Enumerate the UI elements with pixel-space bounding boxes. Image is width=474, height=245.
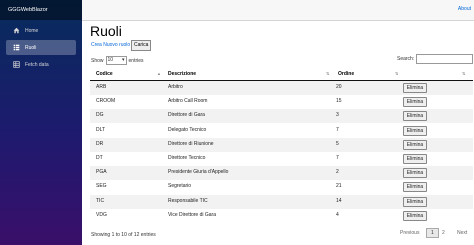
sort-icon: ⇅ xyxy=(326,71,330,76)
table-row: DT Direttore Tecnico 7 Elimina xyxy=(90,152,473,166)
table-row: DG Direttore di Gara 3 Elimina xyxy=(90,109,473,124)
page-title: Ruoli xyxy=(90,23,122,39)
cell-codice: TIC xyxy=(96,197,105,204)
search-label: Search: xyxy=(397,56,415,62)
table-row: CROOM Arbitro Call Room 15 Elimina xyxy=(90,95,473,109)
cell-descrizione: Arbitro Call Room xyxy=(168,98,208,105)
cell-ordine: 7 xyxy=(336,126,339,133)
cell-codice: CROOM xyxy=(96,98,116,105)
sidebar: GGGWebBlazor Home Ruoli Fetch data xyxy=(0,0,82,245)
table-row: ARB Arbitro 20 Elimina xyxy=(90,81,473,95)
sort-up-icon: ▲ xyxy=(157,71,161,76)
cell-ordine: 5 xyxy=(336,140,339,147)
cell-descrizione: Direttore di Riunione xyxy=(168,140,214,147)
next-button[interactable]: Next xyxy=(457,230,467,236)
cell-codice: DLT xyxy=(96,126,106,133)
elimina-button[interactable]: Elimina xyxy=(403,139,427,150)
previous-button[interactable]: Previous xyxy=(400,230,419,236)
elimina-button[interactable]: Elimina xyxy=(403,196,427,207)
column-header-descrizione[interactable]: Descrizione xyxy=(168,71,196,77)
column-header-ordine[interactable]: Ordine xyxy=(338,71,354,77)
show-label: Show xyxy=(91,57,104,64)
cell-ordine: 14 xyxy=(336,197,342,204)
cell-ordine: 21 xyxy=(336,183,342,190)
sort-icon: ⇅ xyxy=(462,71,466,76)
table-info: Showing 1 to 10 of 12 entries xyxy=(91,232,156,238)
table-row: SEG Segretario 21 Elimina xyxy=(90,180,473,194)
search-input[interactable] xyxy=(416,54,473,64)
app-title[interactable]: GGGWebBlazor xyxy=(0,0,82,20)
page-2-button[interactable]: 2 xyxy=(442,230,445,236)
cell-codice: DT xyxy=(96,155,103,161)
sort-icon: ⇅ xyxy=(395,71,399,76)
cell-codice: DG xyxy=(96,112,104,119)
table-row: DLT Delegato Tecnico 7 Elimina xyxy=(90,124,473,138)
top-bar: About xyxy=(82,0,474,21)
cell-ordine: 2 xyxy=(336,169,339,176)
table-header: Codice ▲ Descrizione ⇅ Ordine ⇅ ⇅ xyxy=(90,68,473,81)
column-header-codice[interactable]: Codice xyxy=(96,71,113,77)
elimina-button[interactable]: Elimina xyxy=(403,83,427,93)
table-icon xyxy=(13,61,20,68)
elimina-button[interactable]: Elimina xyxy=(403,182,427,193)
home-icon xyxy=(13,27,20,34)
create-role-link[interactable]: Crea Nuovo ruolo xyxy=(91,42,130,48)
cell-ordine: 7 xyxy=(336,155,339,161)
nav-item-ruoli[interactable]: Ruoli xyxy=(6,40,76,55)
nav-label: Home xyxy=(25,27,39,34)
nav-item-home[interactable]: Home xyxy=(6,23,76,38)
cell-descrizione: Presidente Giuria d'Appello xyxy=(168,169,229,176)
cell-ordine: 4 xyxy=(336,211,339,218)
table-row: PGA Presidente Giuria d'Appello 2 Elimina xyxy=(90,166,473,181)
cell-ordine: 3 xyxy=(336,112,339,119)
about-link[interactable]: About xyxy=(458,6,471,12)
table-row: VDG Vice Direttore di Gara 4 Elimina xyxy=(90,209,473,223)
cell-descrizione: Responsabile TIC xyxy=(168,197,208,204)
cell-codice: ARB xyxy=(96,84,107,90)
elimina-button[interactable]: Elimina xyxy=(403,125,427,136)
cell-ordine: 15 xyxy=(336,98,342,105)
cell-descrizione: Segretario xyxy=(168,183,192,190)
elimina-button[interactable]: Elimina xyxy=(403,168,427,179)
entries-length-control: Show 10 entries xyxy=(91,56,144,65)
cell-codice: DR xyxy=(96,140,104,147)
entries-label: entries xyxy=(128,57,144,64)
elimina-button[interactable]: Elimina xyxy=(403,111,427,122)
entries-select[interactable]: 10 xyxy=(105,56,127,65)
nav-item-fetch-data[interactable]: Fetch data xyxy=(6,57,76,72)
cell-ordine: 20 xyxy=(336,84,342,90)
cell-descrizione: Direttore di Gara xyxy=(168,112,205,119)
nav-label: Fetch data xyxy=(25,61,49,68)
cell-descrizione: Vice Direttore di Gara xyxy=(168,211,216,218)
list-icon xyxy=(13,44,20,51)
elimina-button[interactable]: Elimina xyxy=(403,210,427,221)
elimina-button[interactable]: Elimina xyxy=(403,154,427,164)
carica-button[interactable]: Carica xyxy=(131,40,152,51)
nav-label: Ruoli xyxy=(25,44,37,51)
cell-descrizione: Delegato Tecnico xyxy=(168,126,207,133)
cell-descrizione: Arbitro xyxy=(168,84,183,90)
cell-codice: SEG xyxy=(96,183,107,190)
cell-descrizione: Direttore Tecnico xyxy=(168,155,206,161)
page-1-button[interactable]: 1 xyxy=(426,228,439,238)
cell-codice: PGA xyxy=(96,169,107,176)
table-row: DR Direttore di Riunione 5 Elimina xyxy=(90,137,473,152)
table-row: TIC Responsabile TIC 14 Elimina xyxy=(90,194,473,209)
cell-codice: VDG xyxy=(96,211,107,218)
elimina-button[interactable]: Elimina xyxy=(403,97,427,108)
